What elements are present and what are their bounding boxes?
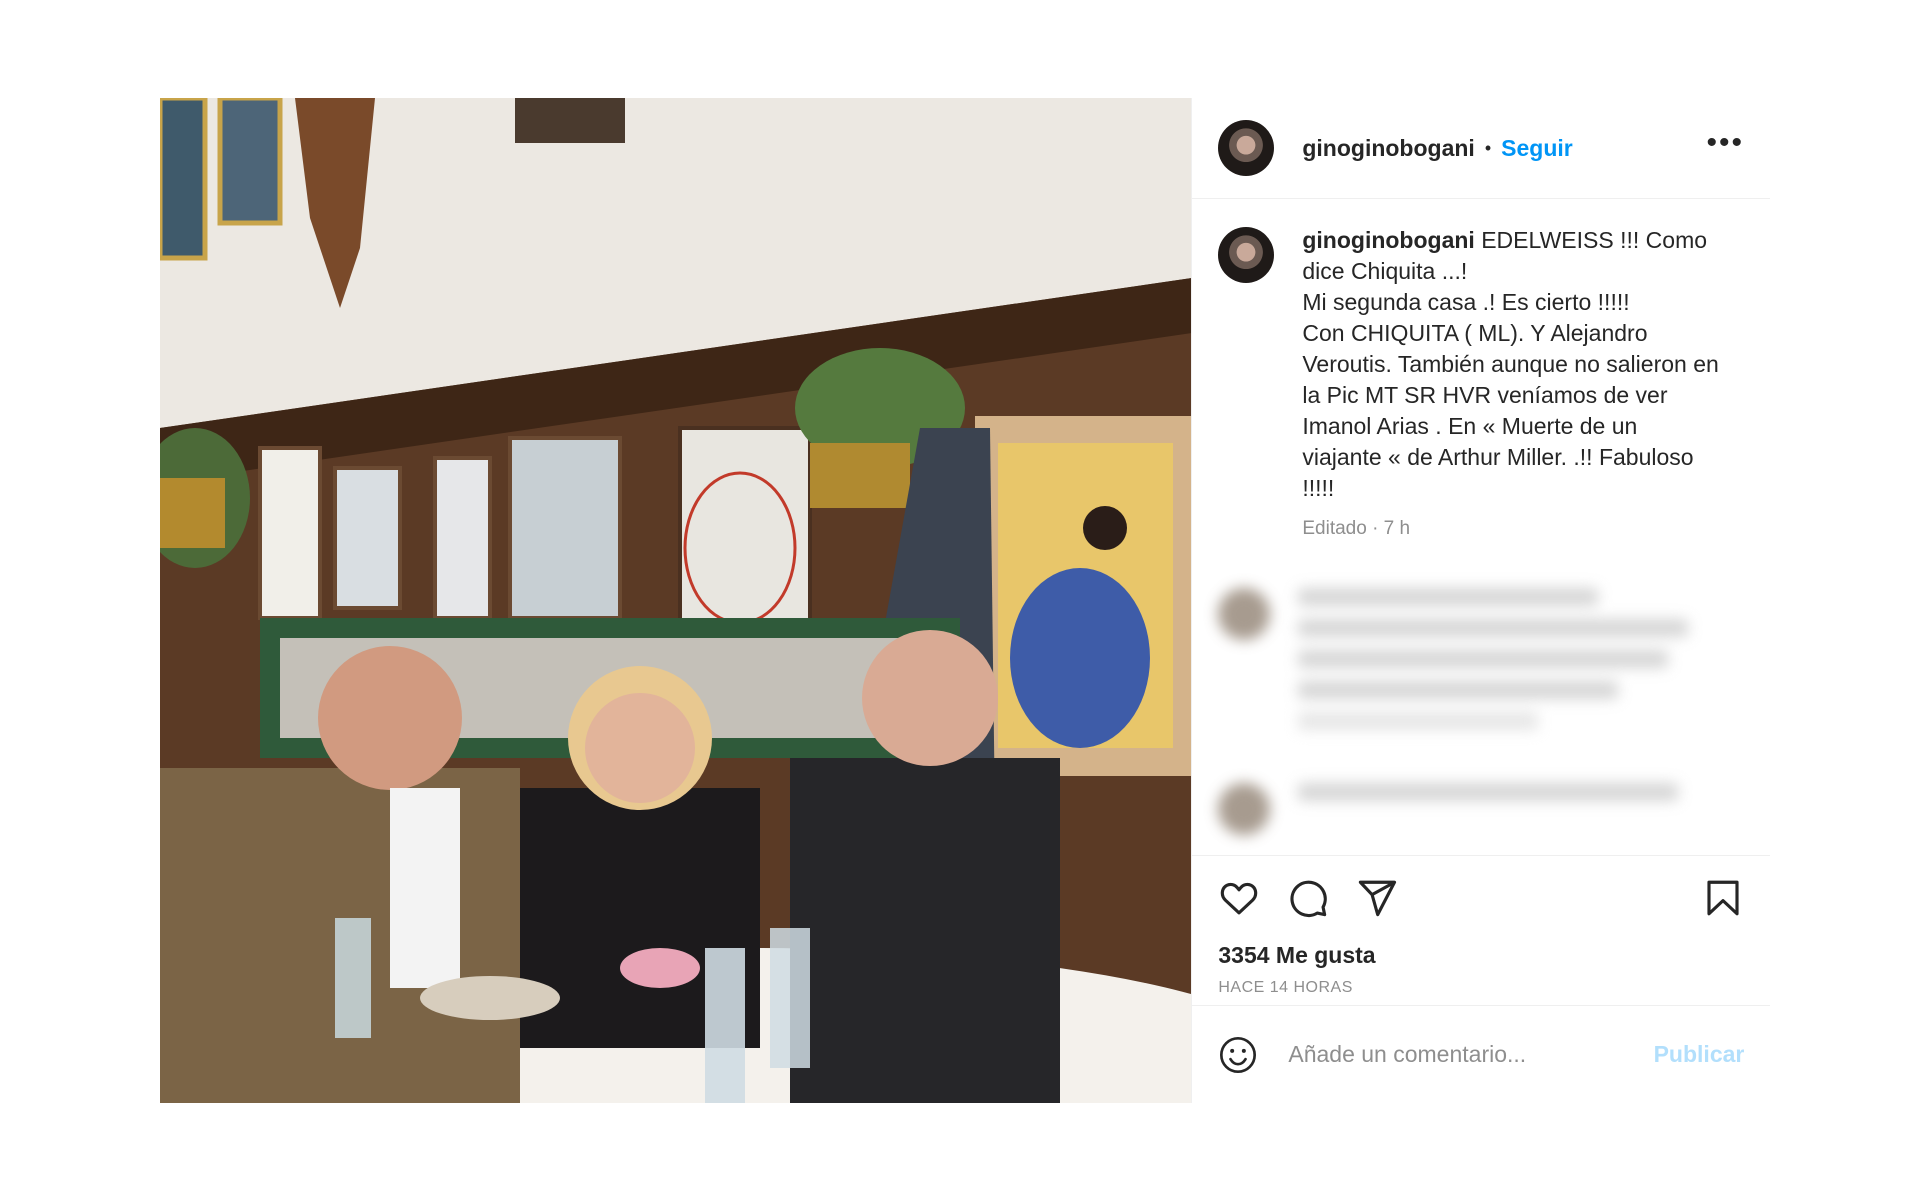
- action-icons: [1218, 876, 1744, 920]
- likes-count[interactable]: 3354 Me gusta: [1218, 942, 1744, 969]
- restaurant-photo: [160, 98, 1192, 1103]
- list-item: [1218, 588, 1744, 743]
- comment-icon[interactable]: [1287, 877, 1329, 919]
- post-header: ginoginobogani • Seguir •••: [1192, 98, 1770, 199]
- post-side-panel: ginoginobogani • Seguir ••• ginoginoboga…: [1191, 98, 1771, 1103]
- avatar[interactable]: [1218, 120, 1275, 176]
- caption-meta: Editado · 7 h: [1302, 518, 1411, 539]
- caption-content: EDELWEISS !!! Como dice Chiquita ...! Mi…: [1302, 227, 1719, 501]
- avatar[interactable]: [1218, 227, 1275, 283]
- blurred-comments: [1218, 588, 1744, 835]
- instagram-post: ginoginobogani • Seguir ••• ginoginoboga…: [160, 98, 1771, 1103]
- send-icon[interactable]: [1356, 877, 1398, 919]
- post-timestamp: HACE 14 HORAS: [1218, 979, 1353, 996]
- follow-button[interactable]: Seguir: [1501, 135, 1573, 162]
- heart-icon[interactable]: [1218, 877, 1260, 919]
- add-comment-bar: Publicar: [1192, 1005, 1771, 1103]
- caption-body: ginoginobogani EDELWEISS !!! Como dice C…: [1302, 225, 1722, 540]
- caption: ginoginobogani EDELWEISS !!! Como dice C…: [1218, 225, 1744, 540]
- caption-username[interactable]: ginoginobogani: [1302, 227, 1474, 253]
- smile-icon[interactable]: [1218, 1035, 1258, 1075]
- list-item: [1218, 783, 1744, 835]
- post-photo[interactable]: [160, 98, 1192, 1103]
- username-link[interactable]: ginoginobogani: [1302, 135, 1474, 162]
- comment-input[interactable]: [1286, 1040, 1654, 1069]
- publish-button[interactable]: Publicar: [1654, 1041, 1745, 1068]
- avatar: [1218, 783, 1271, 835]
- more-options-icon[interactable]: •••: [1706, 128, 1744, 168]
- comments-section: ginoginobogani EDELWEISS !!! Como dice C…: [1192, 199, 1770, 835]
- caption-text: ginoginobogani EDELWEISS !!! Como dice C…: [1302, 225, 1722, 504]
- bookmark-icon[interactable]: [1702, 877, 1744, 919]
- avatar: [1218, 588, 1271, 640]
- separator-dot: •: [1484, 137, 1492, 158]
